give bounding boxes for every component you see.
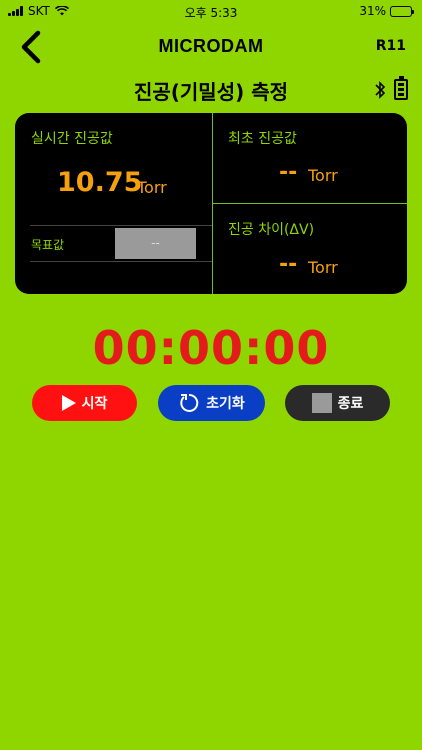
- battery-icon: [390, 5, 414, 17]
- page-title: 진공(기밀성) 측정: [133, 80, 289, 104]
- initial-label: 최초 진공값: [228, 131, 297, 147]
- measurement-panel: 실시간 진공값 10.75 Torr 목표값 -- 최초 진공값 -- Torr…: [15, 113, 407, 294]
- elapsed-timer: 00:00:00: [92, 321, 330, 375]
- bluetooth-icon: [375, 81, 386, 99]
- initial-value: --: [279, 160, 298, 185]
- target-label: 목표값: [31, 238, 65, 252]
- start-label: 시작: [81, 396, 108, 412]
- status-bar: SKT 오후 5:33 31%: [0, 0, 422, 24]
- stop-icon: [311, 393, 332, 413]
- realtime-label: 실시간 진공값: [31, 131, 113, 147]
- diff-unit: Torr: [308, 258, 338, 277]
- stop-label: 종료: [337, 396, 364, 412]
- diff-value: --: [279, 252, 298, 277]
- play-icon: [61, 395, 76, 411]
- battery-percent: 31%: [359, 4, 386, 18]
- reset-label: 초기화: [206, 396, 245, 412]
- diff-label: 진공 차이(ΔV): [228, 222, 315, 238]
- realtime-value: 10.75: [57, 167, 143, 198]
- device-battery-icon: [394, 76, 408, 100]
- device-model: R11: [375, 38, 406, 54]
- divider: [30, 261, 212, 262]
- stop-button[interactable]: 종료: [285, 385, 390, 421]
- refresh-icon: [180, 393, 199, 412]
- reset-button[interactable]: 초기화: [158, 385, 265, 421]
- brand-logo: MICRODAM: [158, 36, 264, 56]
- divider: [30, 225, 212, 226]
- status-right: 31%: [359, 4, 414, 18]
- realtime-unit: Torr: [137, 178, 167, 197]
- divider: [213, 203, 407, 204]
- target-input[interactable]: --: [115, 228, 196, 259]
- start-button[interactable]: 시작: [32, 385, 137, 421]
- initial-unit: Torr: [308, 166, 338, 185]
